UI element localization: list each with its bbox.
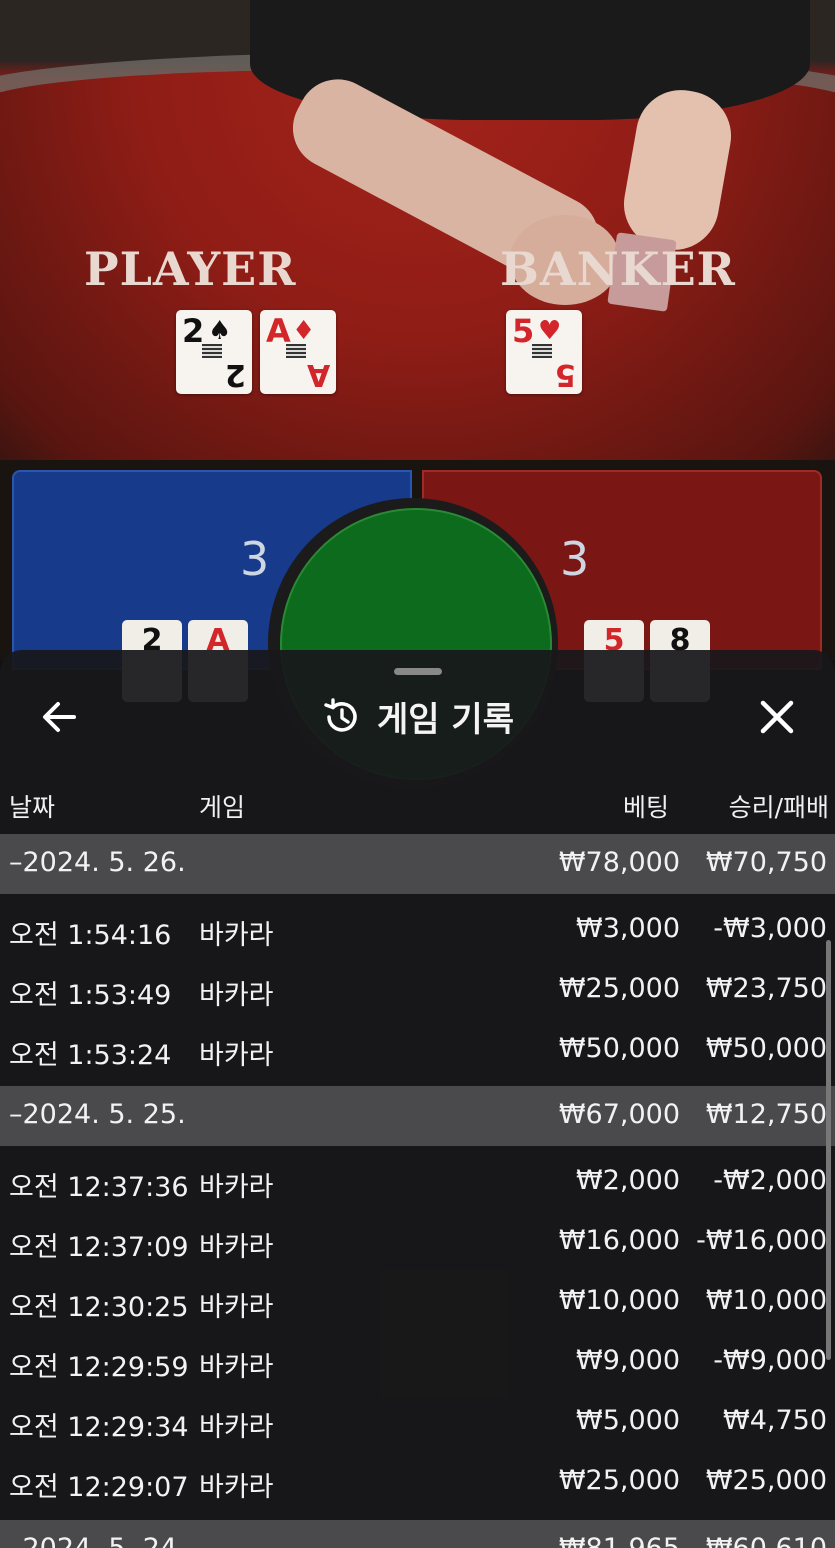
- banker-card-1: 5 ♥ 5: [506, 310, 582, 394]
- date-label: –2024. 5. 25.: [9, 1099, 186, 1130]
- time-cell: 오전 12:29:59: [9, 1352, 189, 1383]
- banker-score: 3: [560, 532, 590, 586]
- game-cell: 바카라: [199, 1292, 274, 1323]
- time-cell: 오전 12:29:34: [9, 1412, 189, 1443]
- result-cell: -₩9,000: [713, 1345, 827, 1376]
- result-cell: -₩16,000: [696, 1225, 827, 1256]
- panel-header: 게임 기록: [0, 680, 835, 754]
- card-barcode: [532, 344, 552, 358]
- card-suit: ♠: [208, 316, 232, 346]
- game-cell: 바카라: [199, 1172, 274, 1203]
- history-row[interactable]: 오전 1:53:24 바카라 ₩50,000 ₩50,000: [0, 1020, 835, 1080]
- card-rank: 5: [512, 312, 535, 350]
- card-barcode: [202, 344, 222, 358]
- date-group-row[interactable]: –2024. 5. 25. ₩67,000 ₩12,750: [0, 1086, 835, 1146]
- close-button[interactable]: [754, 694, 800, 740]
- result-cell: ₩4,750: [723, 1405, 827, 1436]
- game-cell: 바카라: [199, 1412, 274, 1443]
- bet-cell: ₩78,000: [558, 847, 680, 878]
- bet-cell: ₩5,000: [576, 1405, 680, 1436]
- bet-cell: ₩25,000: [558, 973, 680, 1004]
- game-cell: 바카라: [199, 1232, 274, 1263]
- result-cell: ₩23,750: [705, 973, 827, 1004]
- time-cell: 오전 12:29:07: [9, 1472, 189, 1503]
- history-row[interactable]: 오전 12:37:09 바카라 ₩16,000 -₩16,000: [0, 1212, 835, 1272]
- card-barcode: [286, 344, 306, 358]
- result-cell: ₩60,610: [706, 1533, 827, 1548]
- card-rank: 5: [555, 357, 576, 392]
- result-cell: ₩12,750: [705, 1099, 827, 1130]
- bet-cell: ₩2,000: [576, 1165, 680, 1196]
- result-cell: ₩10,000: [705, 1285, 827, 1316]
- history-row[interactable]: 오전 1:54:16 바카라 ₩3,000 -₩3,000: [0, 900, 835, 960]
- bet-cell: ₩16,000: [558, 1225, 680, 1256]
- banker-label: BANKER: [500, 242, 736, 296]
- close-icon: [760, 700, 794, 734]
- column-result: 승리/패배: [728, 793, 829, 822]
- bet-cell: ₩3,000: [576, 913, 680, 944]
- game-cell: 바카라: [199, 920, 274, 951]
- time-cell: 오전 12:30:25: [9, 1292, 189, 1323]
- time-cell: 오전 12:37:09: [9, 1232, 189, 1263]
- bet-cell: ₩67,000: [558, 1099, 680, 1130]
- date-label: –2024. 5. 26.: [9, 847, 186, 878]
- history-icon: [324, 698, 357, 732]
- bet-cell: ₩25,000: [558, 1465, 680, 1496]
- history-row[interactable]: 오전 12:30:25 바카라 ₩10,000 ₩10,000: [0, 1272, 835, 1332]
- card-rank: A: [306, 357, 330, 392]
- date-group-row[interactable]: –2024. 5. 24. ₩81,965 ₩60,610: [0, 1520, 835, 1548]
- panel-title-text: 게임 기록: [377, 700, 514, 740]
- bet-cell: ₩10,000: [558, 1285, 680, 1316]
- game-history-panel: 게임 기록 날짜 게임 베팅 승리/패배 –2024. 5. 26. ₩78,00…: [0, 650, 835, 1548]
- history-row[interactable]: 오전 12:29:34 바카라 ₩5,000 ₩4,750: [0, 1392, 835, 1452]
- bet-cell: ₩81,965: [559, 1533, 680, 1548]
- player-card-2: A ♦ A: [260, 310, 336, 394]
- player-card-1: 2 ♠ 2: [176, 310, 252, 394]
- live-video-feed: PLAYER BANKER 2 ♠ 2 A ♦ A 5 ♥ 5: [0, 0, 835, 470]
- result-cell: ₩25,000: [705, 1465, 827, 1496]
- time-cell: 오전 1:53:24: [9, 1040, 172, 1071]
- player-label: PLAYER: [84, 242, 297, 296]
- column-headers: 날짜 게임 베팅 승리/패배: [0, 784, 835, 824]
- drag-handle[interactable]: [394, 668, 442, 675]
- game-cell: 바카라: [199, 1040, 274, 1071]
- bet-cell: ₩9,000: [576, 1345, 680, 1376]
- history-row[interactable]: 오전 12:37:36 바카라 ₩2,000 -₩2,000: [0, 1152, 835, 1212]
- history-row[interactable]: 오전 12:29:59 바카라 ₩9,000 -₩9,000: [0, 1332, 835, 1392]
- result-cell: ₩50,000: [705, 1033, 827, 1064]
- panel-title: 게임 기록: [0, 692, 835, 741]
- history-row[interactable]: 오전 12:29:07 바카라 ₩25,000 ₩25,000: [0, 1452, 835, 1512]
- card-suit: ♥: [538, 316, 562, 346]
- scrollbar[interactable]: [826, 940, 831, 1360]
- history-row[interactable]: 오전 1:53:49 바카라 ₩25,000 ₩23,750: [0, 960, 835, 1020]
- date-group-row[interactable]: –2024. 5. 26. ₩78,000 ₩70,750: [0, 834, 835, 894]
- column-bet: 베팅: [622, 793, 669, 822]
- time-cell: 오전 1:54:16: [9, 920, 172, 951]
- date-label: –2024. 5. 24.: [9, 1533, 186, 1548]
- result-cell: -₩3,000: [713, 913, 827, 944]
- card-rank: 2: [182, 312, 205, 350]
- card-rank: 2: [225, 357, 246, 392]
- result-cell: -₩2,000: [713, 1165, 827, 1196]
- card-suit: ♦: [292, 316, 316, 346]
- column-date: 날짜: [9, 793, 56, 822]
- bet-cell: ₩50,000: [558, 1033, 680, 1064]
- game-cell: 바카라: [199, 1472, 274, 1503]
- game-cell: 바카라: [199, 1352, 274, 1383]
- column-game: 게임: [199, 793, 246, 822]
- player-score: 3: [240, 532, 270, 586]
- time-cell: 오전 12:37:36: [9, 1172, 189, 1203]
- game-cell: 바카라: [199, 980, 274, 1011]
- time-cell: 오전 1:53:49: [9, 980, 172, 1011]
- result-cell: ₩70,750: [705, 847, 827, 878]
